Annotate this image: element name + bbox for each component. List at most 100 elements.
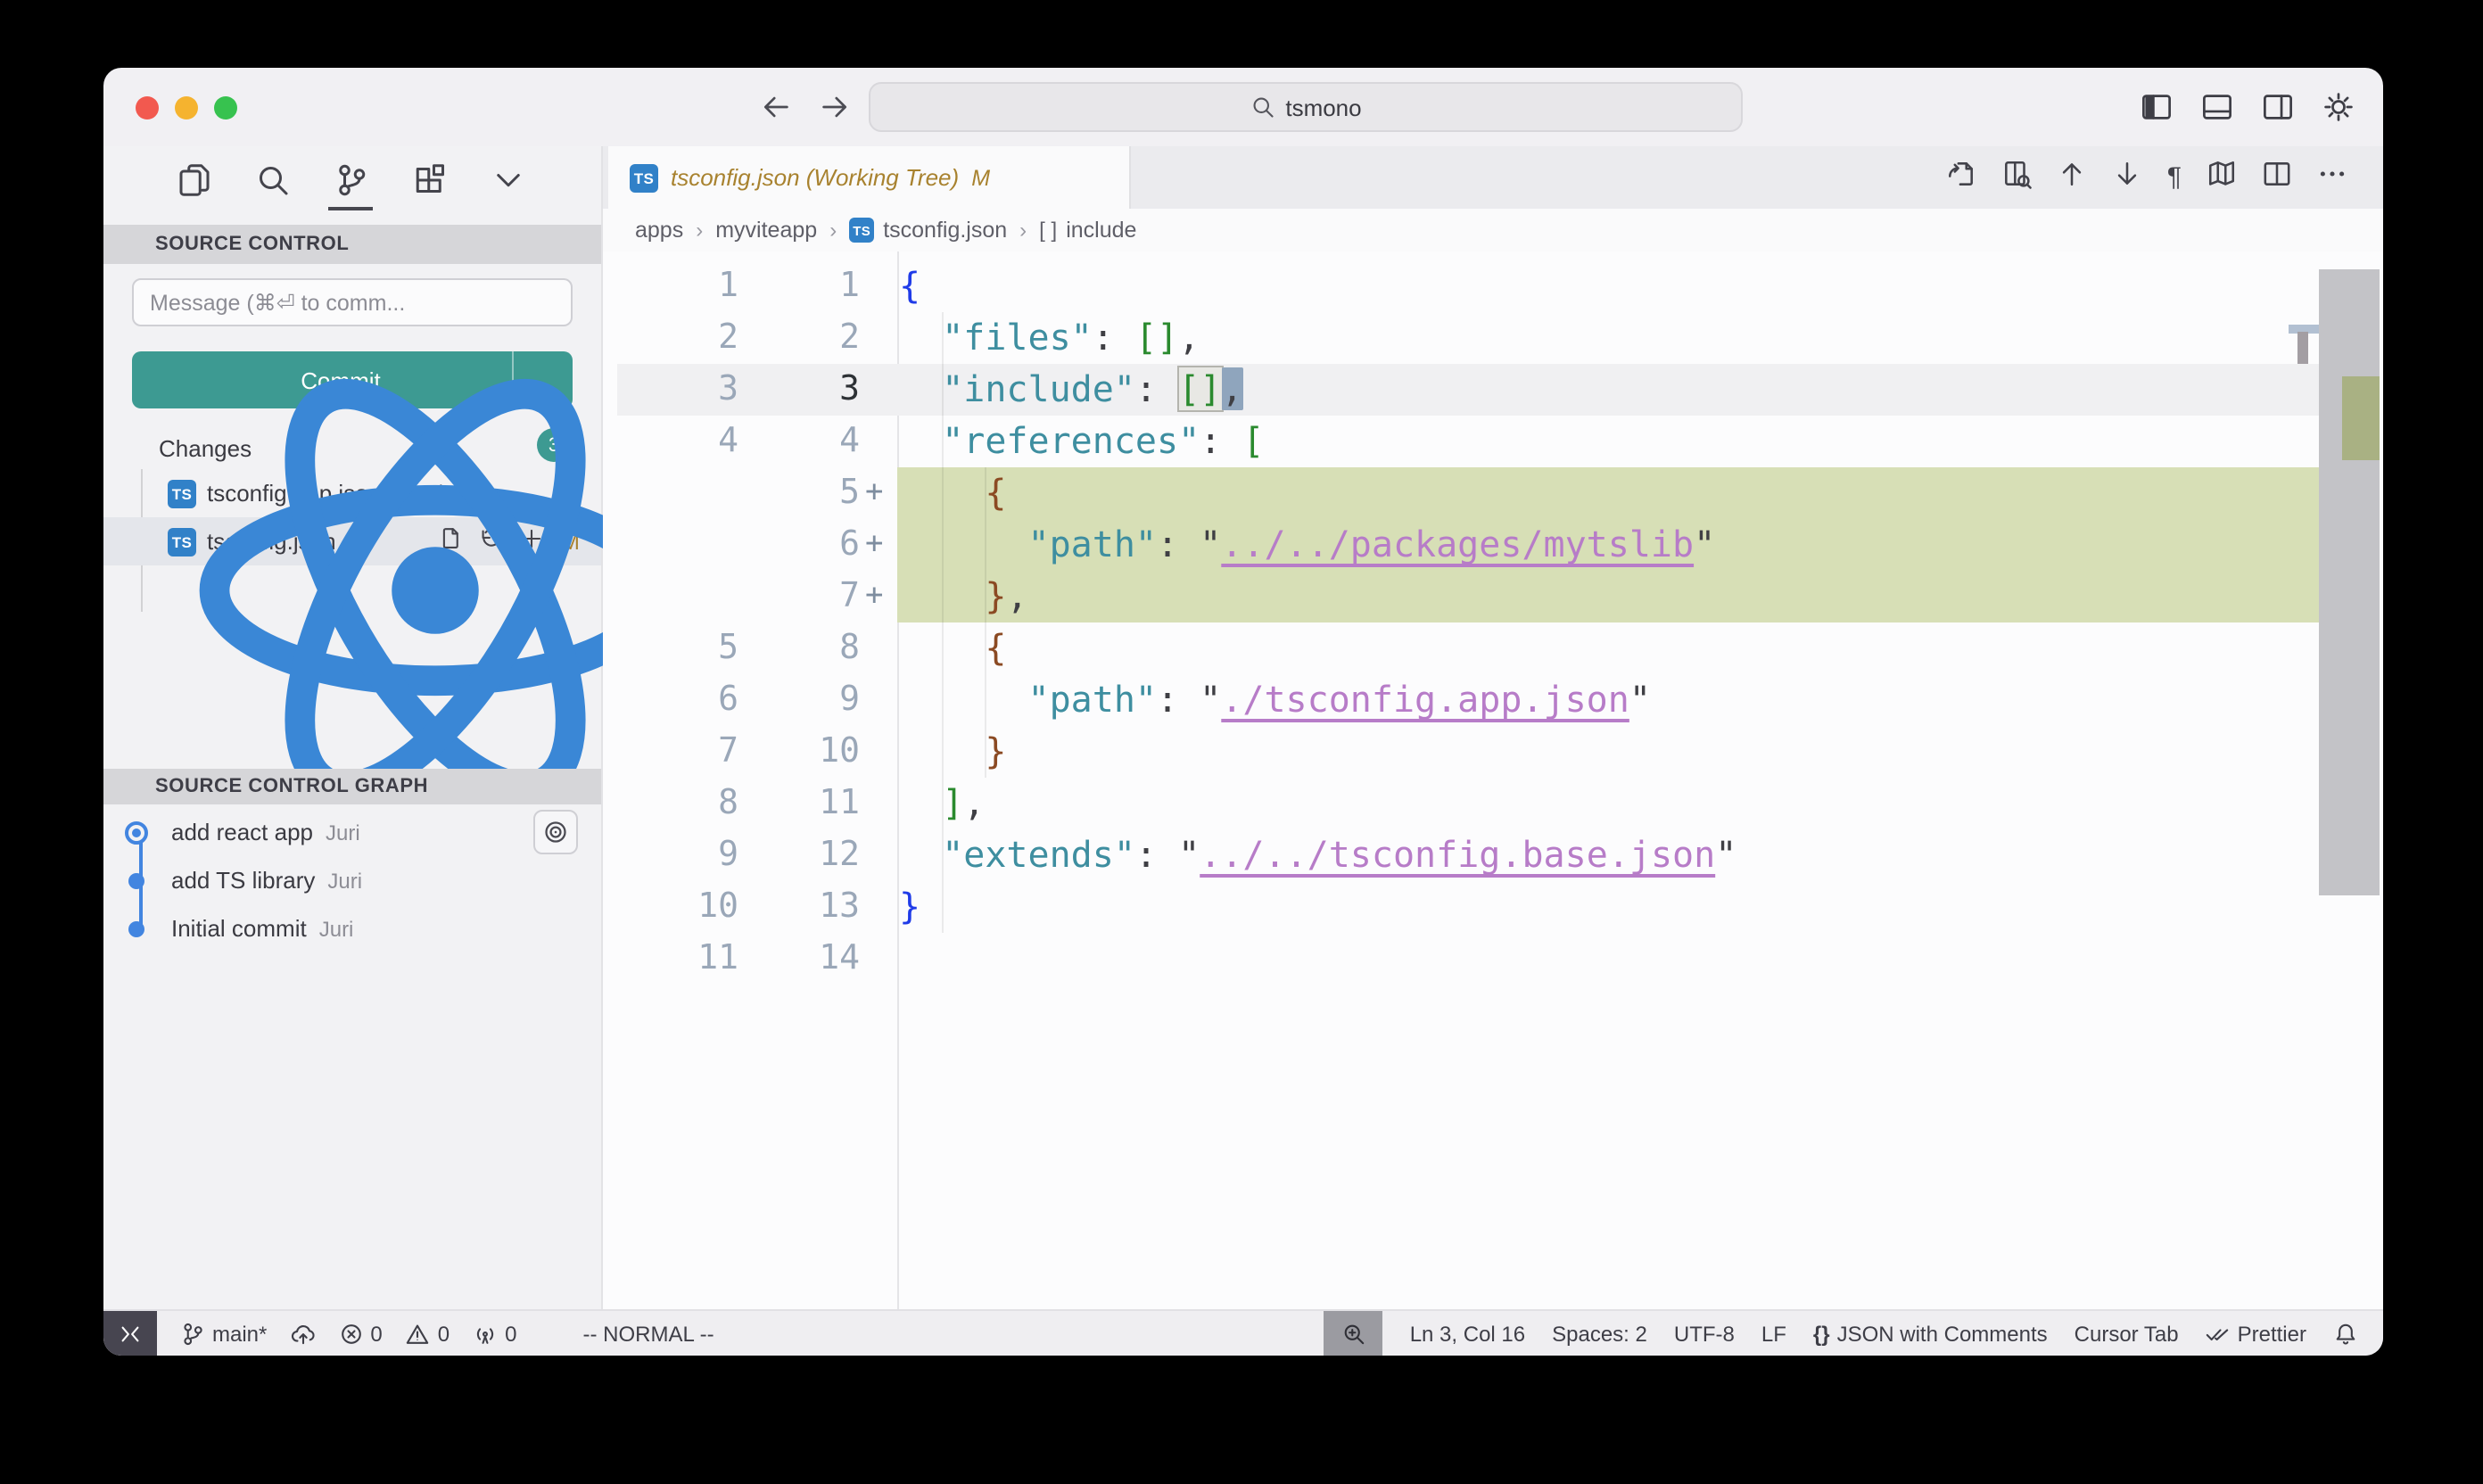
minimize-button[interactable] xyxy=(175,96,198,120)
cursor-tab[interactable]: Cursor Tab xyxy=(2075,1311,2179,1356)
added-line-marker: + xyxy=(865,571,884,622)
array-symbol-icon: [ ] xyxy=(1039,218,1057,243)
back-arrow-button[interactable] xyxy=(760,91,792,132)
commit-row[interactable]: Initial commit Juri xyxy=(103,904,601,952)
compare-editor-button[interactable] xyxy=(2001,158,2032,197)
indent-guide xyxy=(942,312,944,933)
workbench: SOURCE CONTROL Commit xyxy=(103,146,2383,1309)
formatter[interactable]: Prettier xyxy=(2206,1311,2306,1356)
breadcrumb-item[interactable]: [ ]include xyxy=(1039,218,1136,243)
vscode-window: tsmono SOURCE CONTROL Com xyxy=(103,68,2383,1356)
line-number-new: 4 xyxy=(603,416,860,467)
commit-row[interactable]: add react app Juri xyxy=(103,808,601,856)
sparkle-icon[interactable] xyxy=(530,289,557,316)
code-link[interactable]: ./tsconfig.app.json xyxy=(1221,678,1629,721)
branch-status[interactable]: main* xyxy=(180,1311,267,1356)
line-number-new: 7 xyxy=(603,571,860,622)
commit-message-input[interactable] xyxy=(150,290,530,315)
sync-status[interactable] xyxy=(290,1311,315,1356)
code-editor[interactable]: 1 1 { 2 2 "files": [], 3 3 "include": []… xyxy=(603,251,2383,1309)
zoom-indicator[interactable] xyxy=(1324,1311,1383,1356)
eol-sequence[interactable]: LF xyxy=(1761,1311,1786,1356)
title-bar: tsmono xyxy=(103,68,2383,146)
section-title: SOURCE CONTROL GRAPH xyxy=(155,776,428,797)
activity-search[interactable] xyxy=(253,146,291,214)
commit-message: add react app xyxy=(171,819,313,845)
close-icon[interactable] xyxy=(1006,165,1031,190)
screen: tsmono SOURCE CONTROL Com xyxy=(0,0,2483,1484)
source-control-section-header[interactable]: SOURCE CONTROL xyxy=(103,225,601,264)
status-bar: main*000-- NORMAL -- Ln 3, Col 16Spaces:… xyxy=(103,1309,2383,1356)
next-change-button[interactable] xyxy=(2112,158,2142,197)
breadcrumb-item[interactable]: TStsconfig.json xyxy=(849,218,1007,243)
double-check-icon xyxy=(2206,1321,2231,1346)
current-line-highlight xyxy=(617,364,2319,416)
remote-indicator[interactable] xyxy=(103,1311,157,1356)
cursor-position[interactable]: Ln 3, Col 16 xyxy=(1410,1311,1525,1356)
line-number-new: 9 xyxy=(603,674,860,726)
file-row[interactable]: app.tsx apps/myviteapp/sr... M xyxy=(103,565,601,614)
breadcrumb-separator: › xyxy=(1019,218,1027,243)
code-link[interactable]: ../../packages/mytslib xyxy=(1221,523,1694,565)
code-line: 8 11 ], xyxy=(603,778,2383,829)
errors-count[interactable]: 0 xyxy=(338,1311,382,1356)
source-control-graph-header[interactable]: SOURCE CONTROL GRAPH xyxy=(103,769,601,804)
line-number-new: 13 xyxy=(603,881,860,933)
tab-tsconfig-working-tree[interactable]: TS tsconfig.json (Working Tree) M xyxy=(608,146,1131,209)
code-line: 11 14 xyxy=(603,933,2383,985)
indentation[interactable]: Spaces: 2 xyxy=(1552,1311,1647,1356)
warnings-count[interactable]: 0 xyxy=(406,1311,450,1356)
breadcrumb-item[interactable]: myviteapp xyxy=(715,218,817,243)
more-actions-button[interactable] xyxy=(2317,158,2347,197)
commit-dot xyxy=(125,820,148,844)
activity-source-control[interactable] xyxy=(332,146,369,214)
forward-arrow-button[interactable] xyxy=(819,91,851,132)
previous-change-button[interactable] xyxy=(2057,158,2087,197)
close-button[interactable] xyxy=(136,96,159,120)
commit-message-box[interactable] xyxy=(132,278,573,326)
activity-extensions[interactable] xyxy=(410,146,448,214)
toggle-panel-button[interactable] xyxy=(2201,91,2233,132)
scrollbar-thumb[interactable] xyxy=(2319,269,2380,895)
code-line: 4 4 "references": [ xyxy=(603,416,2383,467)
map-button[interactable] xyxy=(2207,158,2237,197)
settings-gear-button[interactable] xyxy=(2322,91,2355,132)
encoding[interactable]: UTF-8 xyxy=(1674,1311,1735,1356)
settings-gear-icon xyxy=(2322,91,2355,123)
extensions-icon xyxy=(411,162,447,198)
code-lines: 1 1 { 2 2 "files": [], 3 3 "include": []… xyxy=(603,260,2383,985)
toggle-primary-sidebar-icon xyxy=(2141,91,2173,123)
explorer-icon xyxy=(176,162,211,198)
open-changes-icon xyxy=(1946,158,1976,188)
toggle-primary-sidebar-button[interactable] xyxy=(2141,91,2173,132)
command-center-search[interactable]: tsmono xyxy=(869,82,1743,132)
code-line: 6 9 "path": "./tsconfig.app.json" xyxy=(603,674,2383,726)
notifications-bell[interactable] xyxy=(2333,1311,2358,1356)
goto-commit-button[interactable] xyxy=(533,810,578,854)
breadcrumb-item[interactable]: apps xyxy=(635,218,683,243)
zoom-button[interactable] xyxy=(214,96,237,120)
open-changes-button[interactable] xyxy=(1946,158,1976,197)
code-link[interactable]: ../../tsconfig.base.json xyxy=(1200,833,1715,876)
activity-chevron-down[interactable] xyxy=(489,146,526,214)
back-arrow-icon xyxy=(760,91,792,123)
chevron-down-icon xyxy=(490,162,525,198)
activity-explorer[interactable] xyxy=(175,146,212,214)
activity-bar xyxy=(103,146,601,214)
error-icon xyxy=(338,1321,363,1346)
language-mode[interactable]: {}JSON with Comments xyxy=(1813,1311,2048,1356)
editor-group: TS tsconfig.json (Working Tree) M ¶ apps… xyxy=(603,146,2383,1309)
line-number-new: 6 xyxy=(603,519,860,571)
split-editor-button[interactable] xyxy=(2262,158,2292,197)
layout-controls xyxy=(2141,91,2355,132)
whitespace-button[interactable]: ¶ xyxy=(2167,161,2182,194)
ports-count[interactable]: 0 xyxy=(473,1311,516,1356)
code-line-text: "path": "../../packages/mytslib" xyxy=(899,519,1715,571)
toggle-secondary-sidebar-button[interactable] xyxy=(2262,91,2294,132)
whitespace-icon: ¶ xyxy=(2167,161,2182,192)
warning-icon xyxy=(406,1321,431,1346)
breadcrumb-separator: › xyxy=(829,218,837,243)
indent-guide xyxy=(985,467,986,778)
previous-change-icon xyxy=(2057,158,2087,188)
commit-row[interactable]: add TS library Juri xyxy=(103,856,601,904)
